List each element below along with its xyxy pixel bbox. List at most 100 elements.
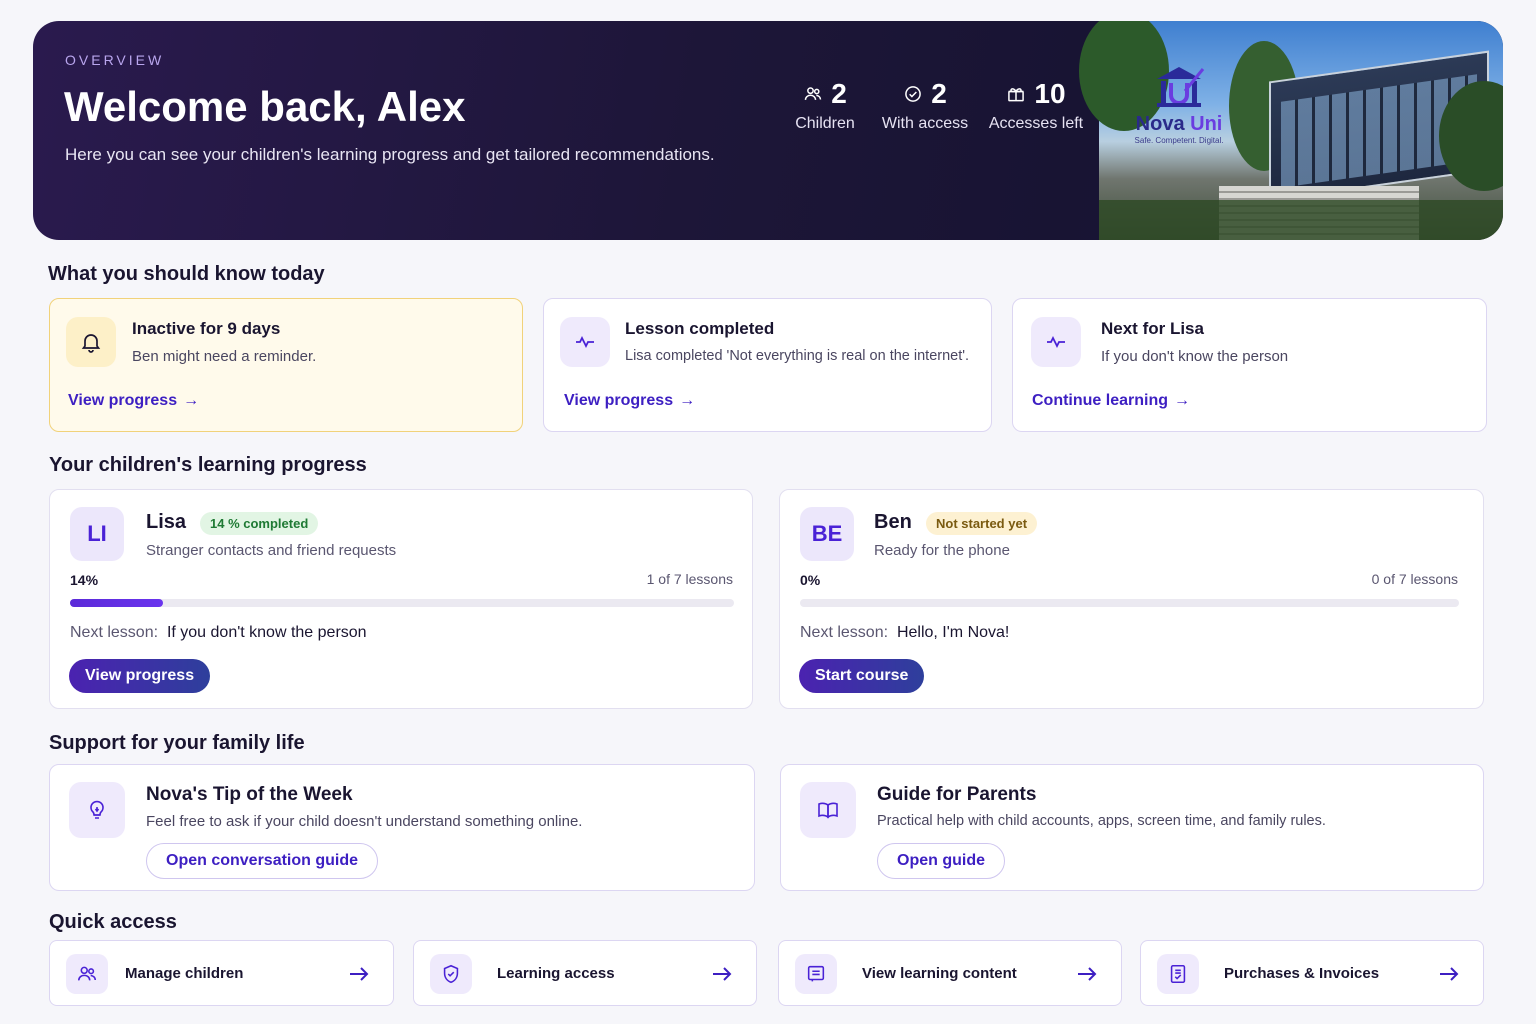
lesson-count: 0 of 7 lessons	[1371, 571, 1458, 587]
grass-shape	[1099, 200, 1503, 240]
quick-access-learning-access[interactable]: Learning access	[413, 940, 757, 1006]
stat-accesses-left: 10 Accesses left	[986, 77, 1086, 133]
icon-container	[1031, 317, 1081, 367]
view-progress-button[interactable]: View progress	[69, 659, 211, 693]
card-title: Guide for Parents	[877, 784, 1037, 805]
card-title: Inactive for 9 days	[132, 319, 281, 338]
next-lesson-label: Next lesson:	[800, 624, 889, 641]
support-card-guide: Guide for Parents Practical help with ch…	[780, 764, 1484, 891]
nova-uni-logo: Nova Uni Safe. Competent. Digital.	[1129, 61, 1229, 145]
arrow-right-icon: →	[183, 392, 200, 409]
progress-percent: 14%	[70, 572, 99, 588]
bell-icon	[81, 334, 101, 353]
stat-label: Children	[795, 115, 855, 132]
view-progress-link[interactable]: View progress →	[564, 392, 695, 410]
icon-container	[430, 954, 472, 994]
receipt-icon	[1170, 964, 1186, 984]
logo-tagline: Safe. Competent. Digital.	[1134, 136, 1224, 145]
quick-access-purchases-invoices[interactable]: Purchases & Invoices	[1140, 940, 1484, 1006]
users-icon	[804, 87, 822, 100]
child-name: Lisa	[146, 511, 187, 533]
quick-access-manage-children[interactable]: Manage children	[49, 940, 394, 1006]
card-text: Lisa completed 'Not everything is real o…	[625, 348, 970, 364]
section-title-support: Support for your family life	[49, 732, 305, 754]
activity-icon	[576, 335, 594, 349]
child-card-ben: BE Ben Not started yet Ready for the pho…	[779, 489, 1484, 709]
arrow-right-icon: →	[679, 392, 696, 409]
next-lesson-title: If you don't know the person	[166, 624, 367, 641]
campus-image: Nova Uni Safe. Competent. Digital.	[1079, 21, 1503, 240]
icon-container	[1157, 954, 1199, 994]
quick-access-learning-content[interactable]: View learning content	[778, 940, 1122, 1006]
link-label: View progress	[68, 392, 178, 409]
view-progress-link[interactable]: View progress →	[68, 392, 199, 410]
avatar: BE	[800, 507, 854, 561]
support-card-tip: Nova's Tip of the Week Feel free to ask …	[49, 764, 755, 891]
section-title-progress: Your children's learning progress	[49, 454, 367, 476]
section-title-today: What you should know today	[48, 263, 325, 285]
arrow-right-icon	[350, 967, 369, 981]
lesson-count: 1 of 7 lessons	[646, 571, 733, 587]
next-lesson: Next lesson: Hello, I'm Nova!	[800, 624, 1009, 642]
next-lesson-label: Next lesson:	[70, 624, 159, 641]
stat-label: Accesses left	[988, 115, 1084, 132]
link-label: Continue learning	[1032, 392, 1168, 409]
section-title-quick-access: Quick access	[49, 911, 177, 933]
card-text: Feel free to ask if your child doesn't u…	[146, 813, 583, 830]
logo-emblem-icon	[1157, 67, 1205, 107]
continue-learning-link[interactable]: Continue learning →	[1032, 392, 1190, 410]
gift-icon	[1008, 88, 1025, 102]
link-label: View progress	[564, 392, 674, 409]
quick-access-label: View learning content	[862, 965, 1017, 982]
open-conversation-guide-button[interactable]: Open conversation guide	[146, 843, 379, 879]
alert-card-inactive: Inactive for 9 days Ben might need a rem…	[49, 298, 523, 432]
check-circle-icon	[905, 86, 922, 102]
icon-container	[800, 782, 856, 838]
quick-access-label: Purchases & Invoices	[1224, 965, 1380, 982]
book-icon	[818, 802, 838, 819]
alert-card-next-lesson: Next for Lisa If you don't know the pers…	[1012, 298, 1487, 432]
users-icon	[77, 966, 97, 981]
course-name: Ready for the phone	[874, 542, 1010, 559]
card-text: Practical help with child accounts, apps…	[877, 813, 1326, 829]
arrow-right-icon	[1440, 967, 1459, 981]
icon-container	[66, 954, 108, 994]
next-lesson-title: Hello, I'm Nova!	[896, 624, 1010, 641]
page-title: Welcome back, Alex	[64, 83, 466, 130]
logo-text: Nova Uni	[1129, 114, 1229, 134]
avatar: LI	[70, 507, 124, 561]
card-text: If you don't know the person	[1101, 348, 1289, 365]
card-title: Next for Lisa	[1101, 319, 1204, 338]
arrow-right-icon: →	[1174, 392, 1190, 409]
icon-container	[66, 317, 116, 367]
status-badge: Not started yet	[926, 512, 1038, 535]
start-course-button[interactable]: Start course	[799, 659, 925, 693]
child-name: Ben	[874, 511, 912, 533]
stat-value: 10	[1034, 78, 1066, 109]
logo-name: Nova	[1135, 113, 1185, 135]
status-badge: 14 % completed	[200, 512, 319, 535]
hero-eyebrow: OVERVIEW	[65, 52, 165, 68]
progress-bar	[800, 599, 1459, 607]
stat-label: With access	[881, 115, 969, 132]
card-title: Nova's Tip of the Week	[146, 784, 353, 805]
child-card-lisa: LI Lisa 14 % completed Stranger contacts…	[49, 489, 753, 709]
course-name: Stranger contacts and friend requests	[146, 542, 397, 559]
logo-name-accent: Uni	[1190, 113, 1223, 135]
hero-subtitle: Here you can see your children's learnin…	[65, 145, 715, 164]
progress-bar	[70, 599, 734, 607]
shield-check-icon	[443, 964, 459, 984]
open-guide-button[interactable]: Open guide	[877, 843, 1005, 879]
card-text: Ben might need a reminder.	[132, 348, 317, 365]
hero-banner: OVERVIEW Welcome back, Alex Here you can…	[33, 21, 1503, 240]
activity-icon	[1047, 335, 1065, 349]
alert-card-lesson-completed: Lesson completed Lisa completed 'Not eve…	[543, 298, 992, 432]
card-title: Lesson completed	[625, 319, 775, 338]
quick-access-label: Learning access	[497, 965, 615, 982]
quick-access-label: Manage children	[125, 965, 244, 982]
stat-children: 2 Children	[795, 77, 855, 133]
document-icon	[807, 965, 825, 982]
icon-container	[560, 317, 610, 367]
arrow-right-icon	[713, 967, 732, 981]
progress-bar-fill	[70, 599, 163, 607]
